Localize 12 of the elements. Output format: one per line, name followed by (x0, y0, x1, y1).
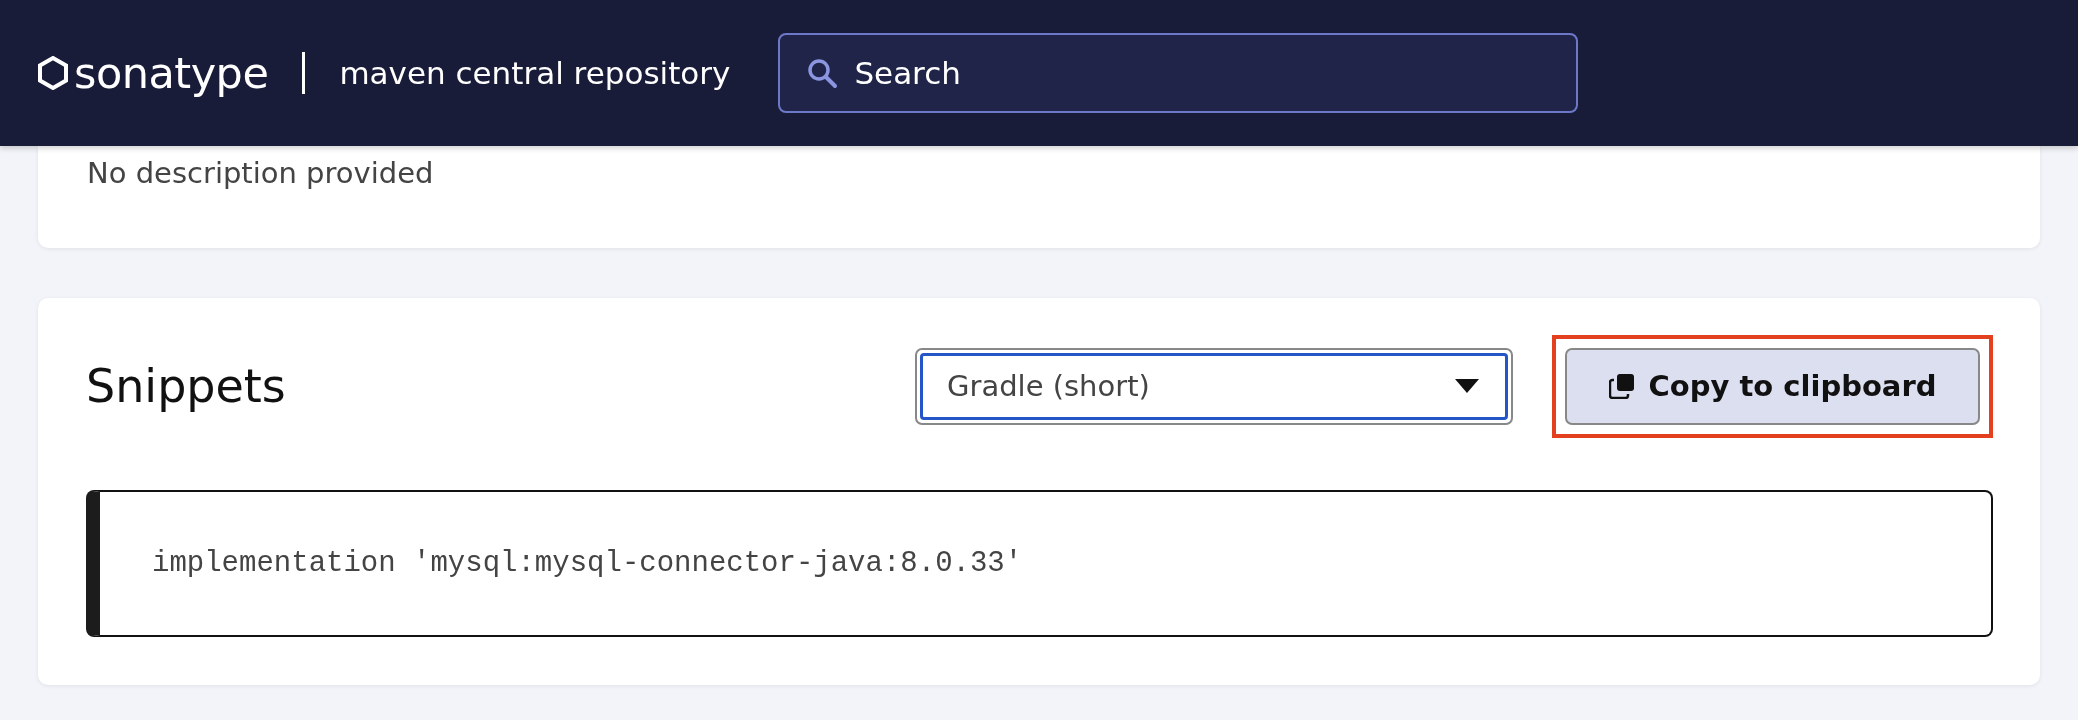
logo-icon (38, 56, 68, 90)
search-icon (806, 57, 839, 89)
copy-button[interactable]: Copy to clipboard (1565, 347, 1980, 425)
site-subtitle: maven central repository (339, 55, 731, 91)
logo-text: sonatype (74, 48, 269, 98)
code-text: implementation 'mysql:mysql-connector-java:8.0.33' (152, 547, 1023, 580)
format-dropdown[interactable]: Gradle (short) (915, 347, 1513, 425)
search-field[interactable]: Search (778, 33, 1579, 113)
description-text: No description provided (87, 156, 435, 190)
caret-icon (1455, 379, 1479, 393)
copy-icon (1608, 373, 1635, 399)
section-title: Snippets (86, 359, 287, 413)
